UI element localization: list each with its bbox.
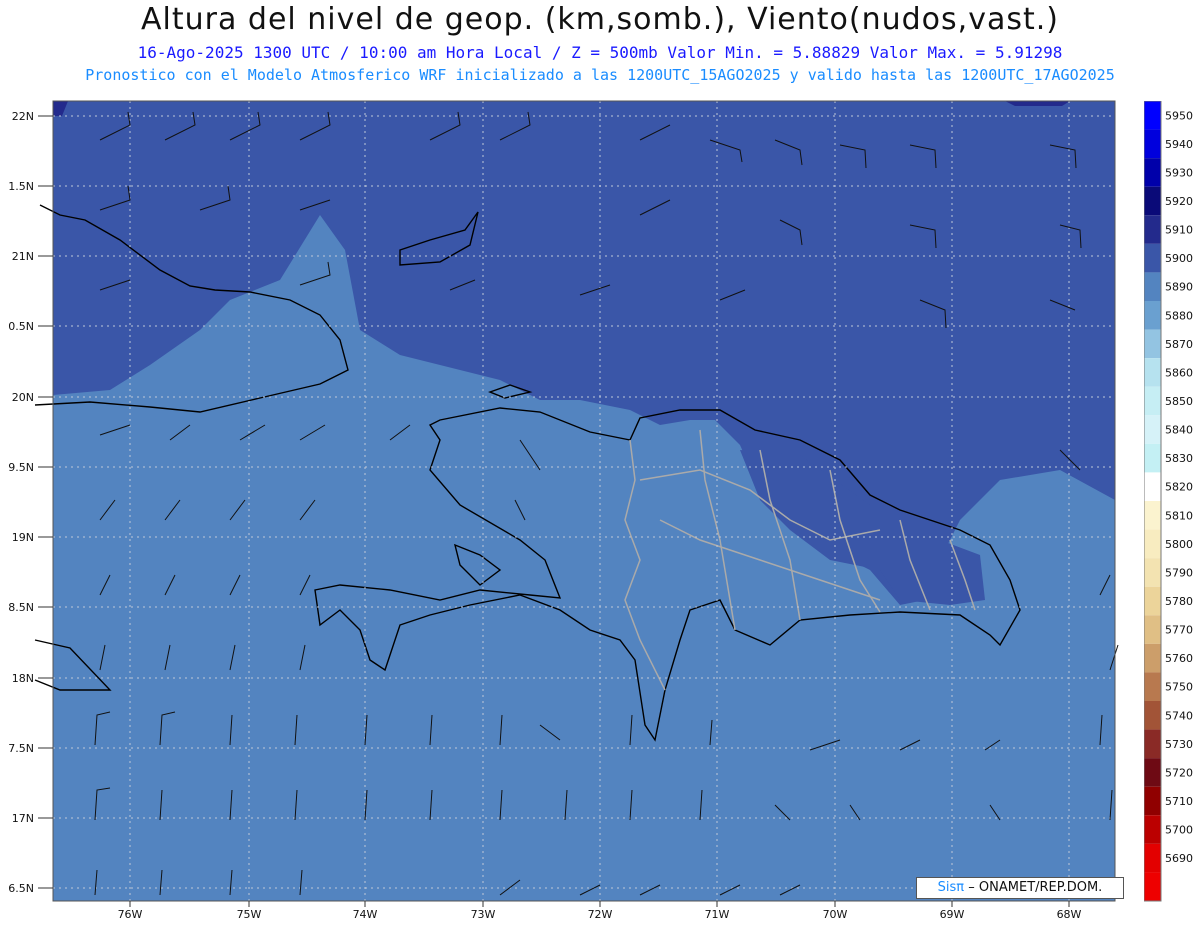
colorbar-swatch [1144,815,1161,844]
colorbar-swatch [1144,329,1161,359]
colorbar-swatch [1144,501,1161,530]
colorbar-swatch [1144,643,1161,673]
colorbar-swatch [1144,101,1161,130]
lon-ticks [129,901,1070,907]
colorbar-swatch [1144,843,1161,873]
lat-label-21n: 21N [12,250,34,263]
map-canvas: 22N 1.5N 21N 0.5N 20N 9.5N 19N 8.5N 18N … [8,100,1119,921]
colorbar-label: 5920 [1165,195,1193,208]
lon-axis: 76W 75W 74W 73W 72W 71W 70W 69W 68W [118,908,1082,921]
colorbar-swatch [1144,358,1161,387]
colorbar-label: 5930 [1165,166,1193,179]
colorbar-label: 5900 [1165,252,1193,265]
colorbar-swatch [1144,415,1161,444]
colorbar-label: 5740 [1165,709,1193,722]
lon-label-76w: 76W [118,908,143,921]
colorbar-swatch [1144,301,1161,330]
colorbar-swatch [1144,129,1161,159]
colorbar-label: 5700 [1165,824,1193,837]
lat-label-17n: 17N [12,812,34,825]
field-top-dark [1005,101,1070,106]
colorbar-swatch [1144,272,1161,301]
credit-text: – ONAMET/REP.DOM. [968,880,1103,895]
lat-label-17-5n: 7.5N [8,742,34,755]
colorbar-swatch [1144,158,1161,187]
colorbar-label: 5690 [1165,852,1193,865]
colorbar: 5950 5940 5930 5920 5910 5900 5890 5880 5870 5860… [1144,101,1193,902]
colorbar-swatch [1144,386,1161,416]
credit-brand: Sisπ [937,880,965,895]
colorbar-swatch [1144,672,1161,701]
colorbar-label: 5950 [1165,109,1193,122]
colorbar-label: 5830 [1165,452,1193,465]
lon-label-75w: 75W [237,908,262,921]
colorbar-label: 5850 [1165,395,1193,408]
colorbar-swatch [1144,729,1161,759]
colorbar-label: 5790 [1165,566,1193,579]
colorbar-swatch [1144,443,1161,473]
colorbar-label: 5710 [1165,795,1193,808]
colorbar-label: 5730 [1165,738,1193,751]
lon-label-71w: 71W [705,908,730,921]
lon-label-73w: 73W [471,908,496,921]
colorbar-label: 5810 [1165,509,1193,522]
colorbar-label: 5750 [1165,681,1193,694]
colorbar-swatch [1144,586,1161,616]
colorbar-label: 5720 [1165,766,1193,779]
lat-label-18n: 18N [12,672,34,685]
lon-label-74w: 74W [353,908,378,921]
colorbar-label: 5820 [1165,481,1193,494]
lat-ticks [38,115,53,889]
lat-label-18-5n: 8.5N [8,601,34,614]
lat-label-16-5n: 6.5N [8,882,34,895]
colorbar-swatch [1144,529,1161,559]
colorbar-label: 5910 [1165,224,1193,237]
lon-label-70w: 70W [823,908,848,921]
colorbar-swatch [1144,558,1161,587]
colorbar-swatch [1144,786,1161,816]
colorbar-label: 5940 [1165,138,1193,151]
colorbar-swatch [1144,872,1161,901]
lat-label-19n: 19N [12,531,34,544]
colorbar-label: 5860 [1165,366,1193,379]
colorbar-swatch [1144,758,1161,787]
lat-label-21-5n: 1.5N [8,180,34,193]
lat-label-20n: 20N [12,391,34,404]
lon-label-72w: 72W [588,908,613,921]
lat-label-19-5n: 9.5N [8,461,34,474]
lat-label-22n: 22N [12,110,34,123]
colorbar-label: 5770 [1165,624,1193,637]
colorbar-label: 5800 [1165,538,1193,551]
colorbar-swatch [1144,243,1161,273]
colorbar-swatch [1144,215,1161,244]
colorbar-swatch [1144,186,1161,216]
colorbar-label: 5870 [1165,338,1193,351]
credit-box: Sisπ – ONAMET/REP.DOM. [916,877,1124,899]
colorbar-label: 5890 [1165,281,1193,294]
lon-label-69w: 69W [940,908,965,921]
colorbar-swatch [1144,701,1161,730]
lon-label-68w: 68W [1057,908,1082,921]
colorbar-swatch [1144,472,1161,501]
lat-axis: 22N 1.5N 21N 0.5N 20N 9.5N 19N 8.5N 18N … [8,110,34,895]
colorbar-label: 5760 [1165,652,1193,665]
colorbar-label: 5780 [1165,595,1193,608]
colorbar-label: 5840 [1165,424,1193,437]
colorbar-label: 5880 [1165,309,1193,322]
lat-label-20-5n: 0.5N [8,320,34,333]
colorbar-swatch [1144,615,1161,644]
